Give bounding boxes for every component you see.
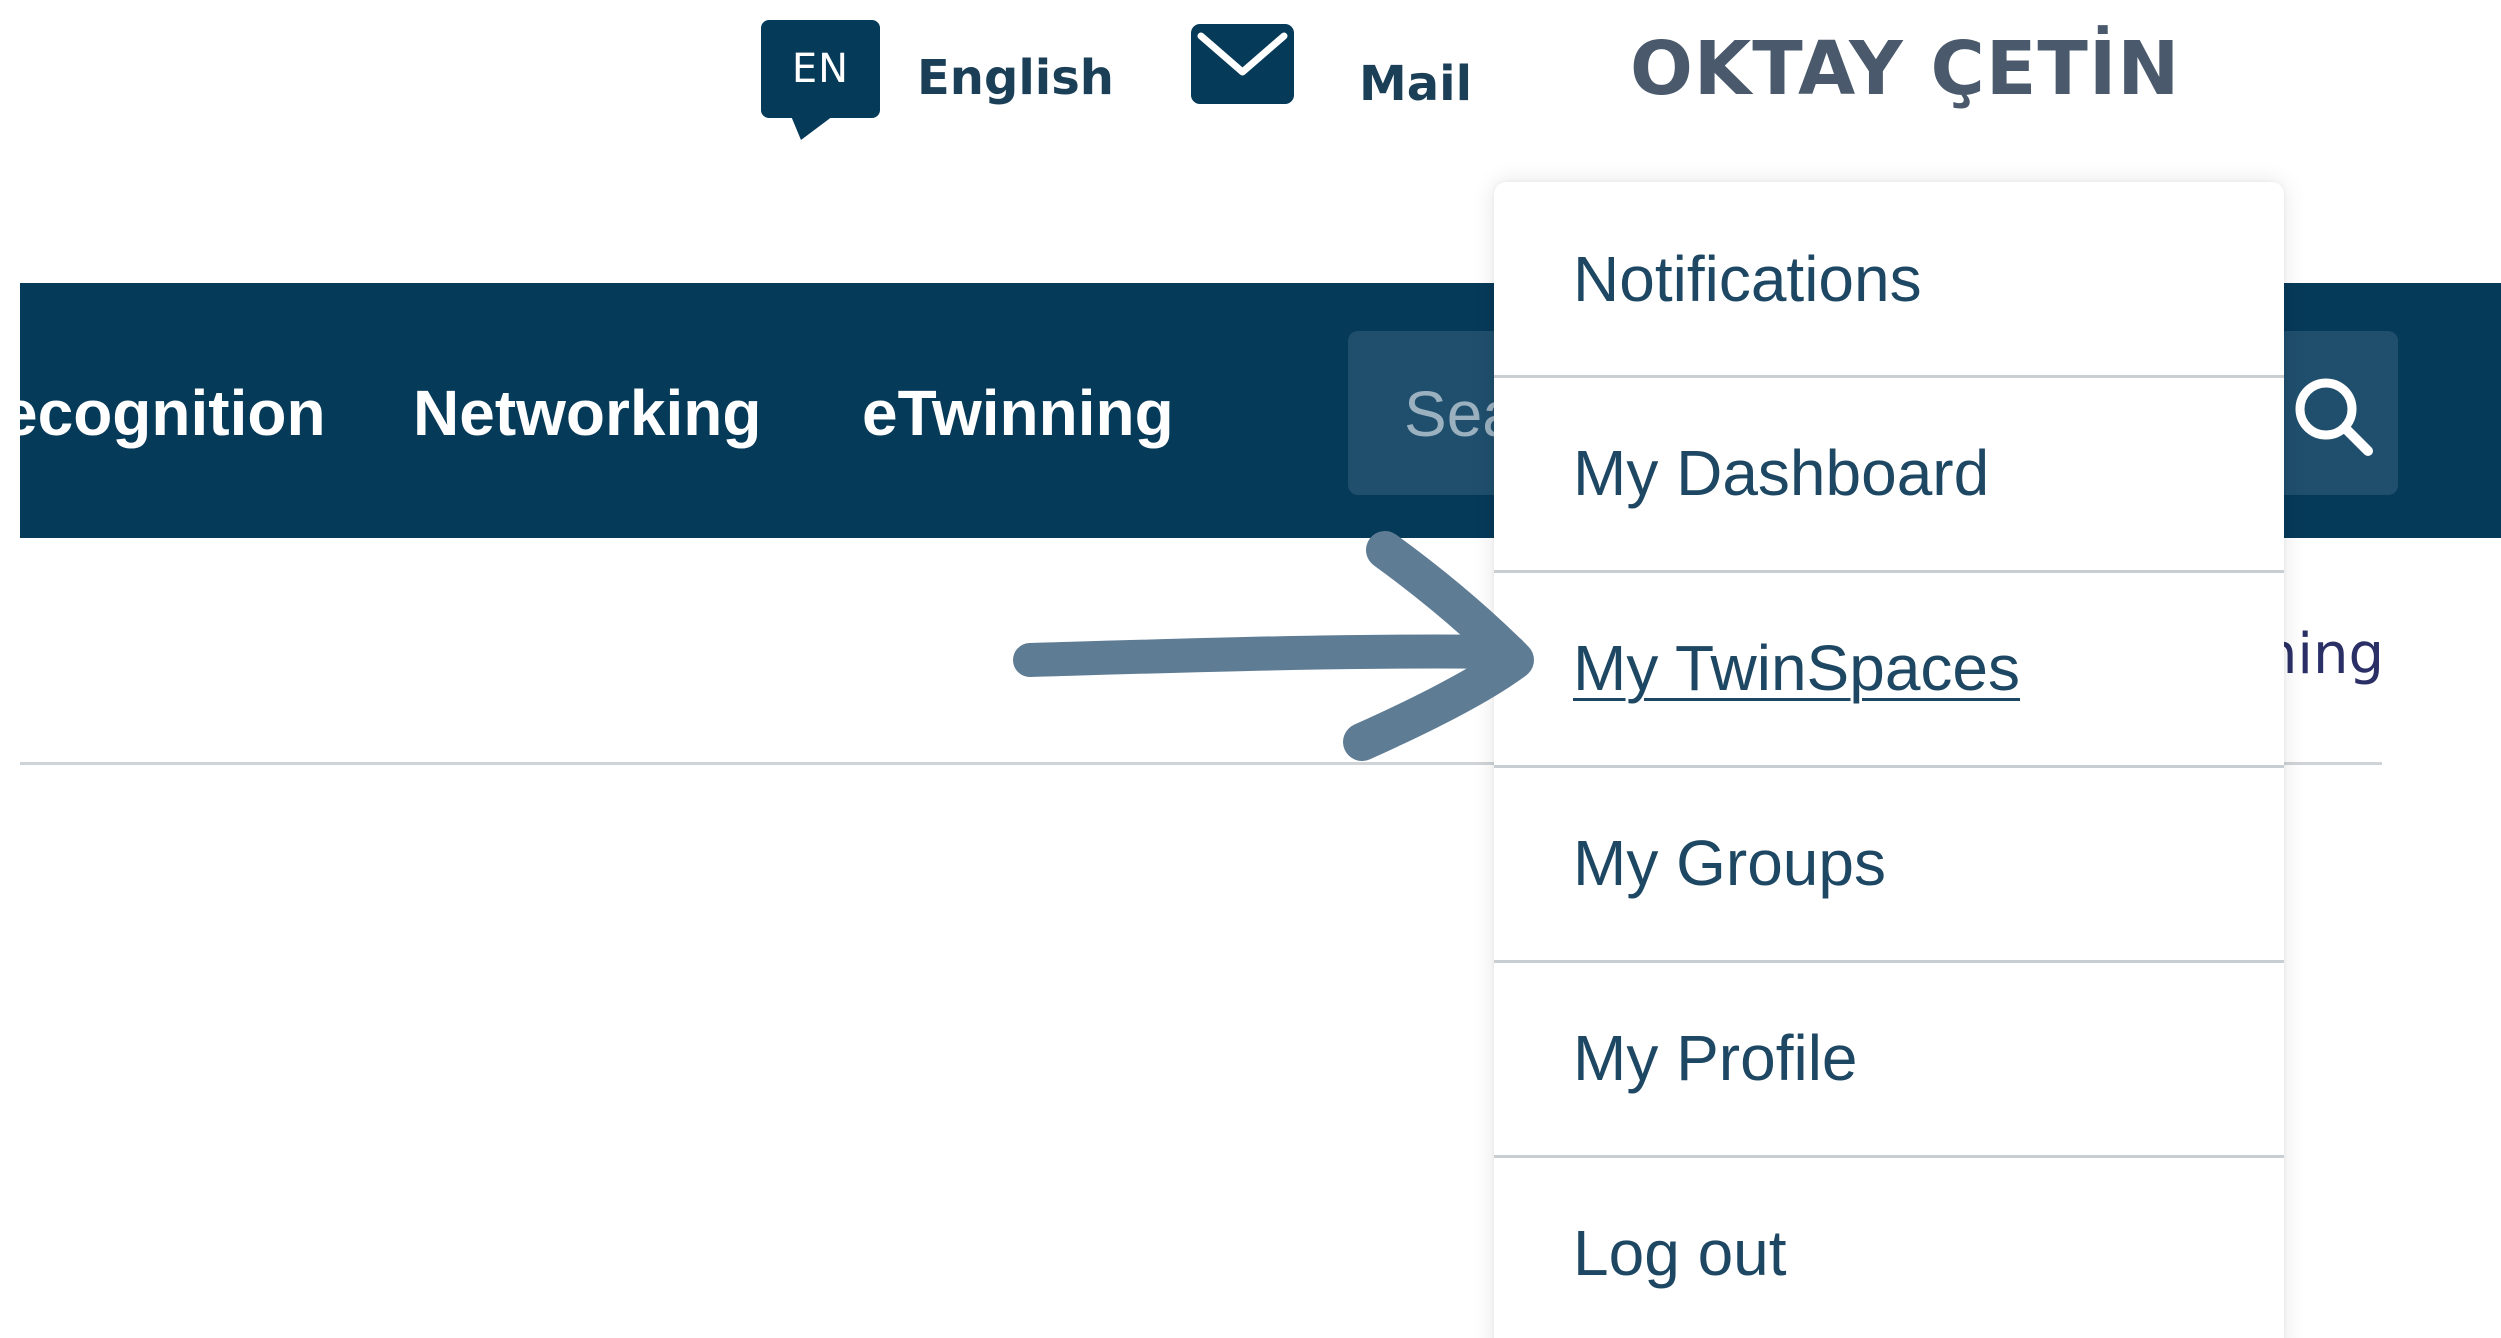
menu-item-my-profile[interactable]: My Profile: [1494, 960, 2284, 1153]
language-badge[interactable]: EN: [761, 20, 880, 140]
nav-item-etwinning[interactable]: eTwinning: [862, 373, 1174, 453]
menu-item-label: Log out: [1573, 1217, 1787, 1289]
menu-item-label: My TwinSpaces: [1573, 632, 2020, 704]
menu-item-my-dashboard[interactable]: My Dashboard: [1494, 375, 2284, 568]
menu-item-label: My Profile: [1573, 1022, 1858, 1094]
nav-item-recognition[interactable]: ecognition: [20, 373, 326, 453]
language-label[interactable]: English: [917, 48, 1114, 108]
user-menu-toggle[interactable]: OKTAY ÇETİN: [1630, 24, 2180, 114]
user-dropdown-menu: Notifications My Dashboard My TwinSpaces…: [1494, 182, 2284, 1338]
menu-item-my-groups[interactable]: My Groups: [1494, 765, 2284, 958]
menu-item-label: My Dashboard: [1573, 437, 1990, 509]
nav-item-networking[interactable]: Networking: [413, 373, 761, 453]
language-code: EN: [791, 46, 850, 92]
menu-item-log-out[interactable]: Log out: [1494, 1155, 2284, 1338]
envelope-icon[interactable]: [1191, 24, 1294, 104]
menu-item-label: Notifications: [1573, 242, 1922, 315]
menu-item-notifications[interactable]: Notifications: [1494, 182, 2284, 375]
menu-item-my-twinspaces[interactable]: My TwinSpaces: [1494, 570, 2284, 763]
page: EN English Mail OKTAY ÇETİN ecognition N…: [0, 0, 2501, 1338]
search-icon[interactable]: [2288, 371, 2378, 461]
menu-item-label: My Groups: [1573, 827, 1886, 899]
mail-link[interactable]: Mail: [1359, 54, 1472, 114]
